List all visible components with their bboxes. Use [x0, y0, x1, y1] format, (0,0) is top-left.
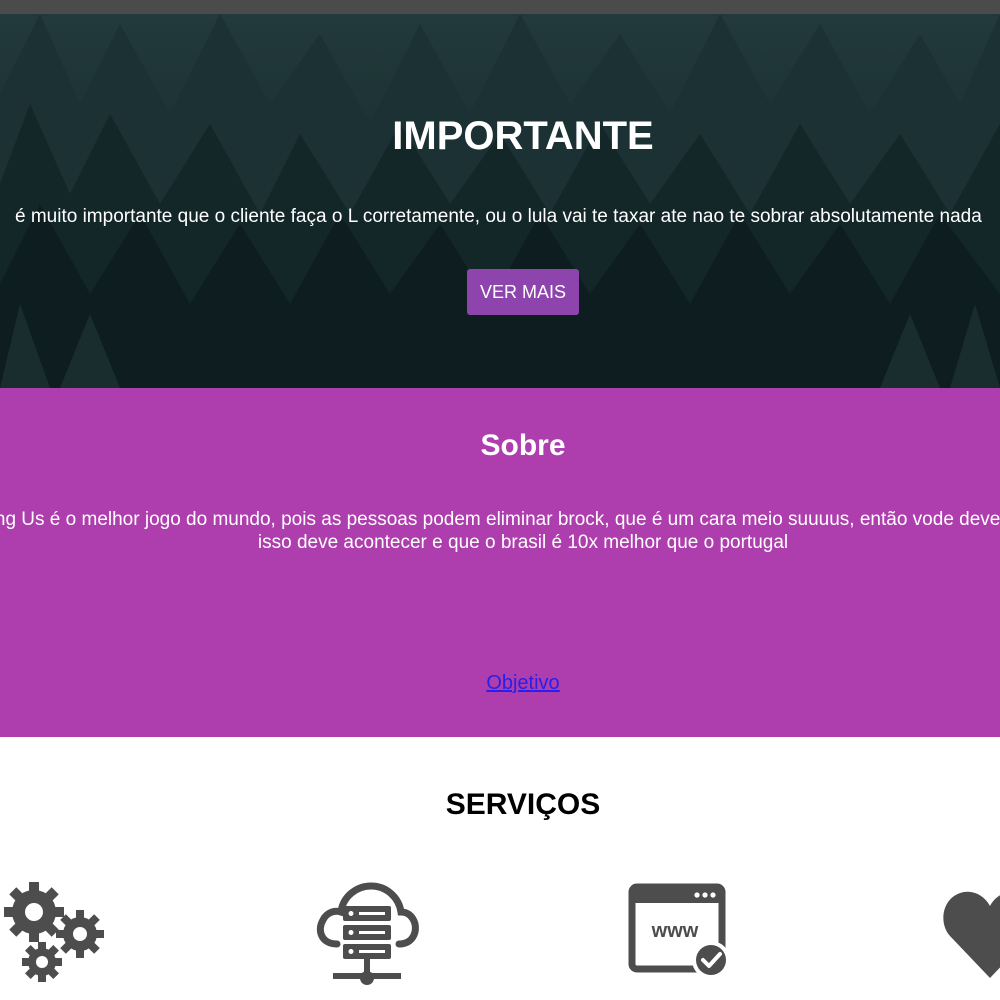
gears-icon	[4, 882, 104, 982]
hero-text: é muito importante que o cliente faça o …	[15, 206, 982, 227]
svg-text:www: www	[651, 920, 699, 942]
objetivo-link-wrap: Objetivo	[0, 671, 1000, 695]
servicos-section: SERVIÇOS www	[0, 737, 1000, 1000]
forest-background-image	[0, 14, 1000, 388]
sobre-section: Sobre Among Us é o melhor jogo do mundo,…	[0, 388, 1000, 737]
hero-section: IMPORTANTE é muito importante que o clie…	[0, 14, 1000, 388]
top-bar	[0, 0, 1000, 14]
heart-icon	[943, 891, 1000, 978]
sobre-title: Sobre	[480, 429, 566, 462]
servicos-title: SERVIÇOS	[445, 788, 601, 821]
objetivo-link[interactable]: Objetivo	[486, 672, 559, 694]
sobre-text: Among Us é o melhor jogo do mundo, pois …	[0, 508, 1000, 554]
ver-mais-button[interactable]: VER MAIS	[467, 269, 579, 315]
www-check-icon: www	[628, 883, 730, 979]
sobre-text-line2: isso deve acontecer e que o brasil é 10x…	[257, 532, 789, 553]
cloud-server-icon	[316, 882, 419, 985]
hero-title: IMPORTANTE	[392, 114, 654, 158]
sobre-text-line1: Among Us é o melhor jogo do mundo, pois …	[0, 509, 1000, 530]
